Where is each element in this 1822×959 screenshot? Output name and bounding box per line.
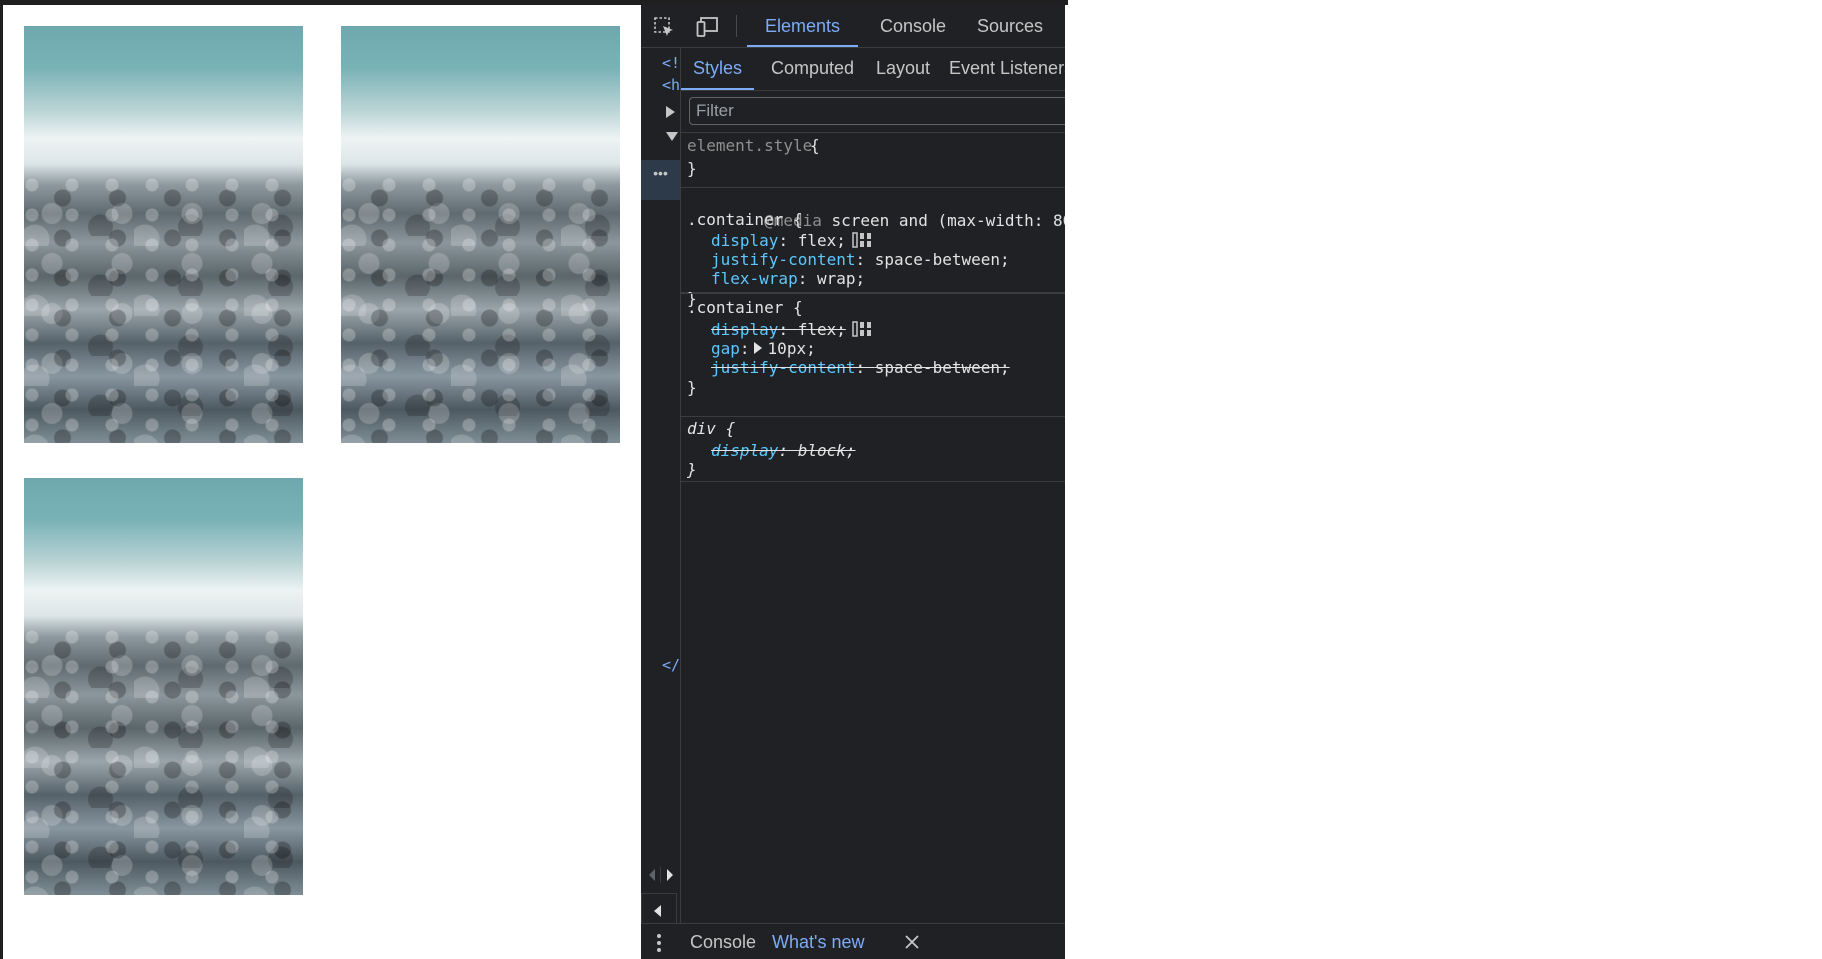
rule-close-brace: } bbox=[687, 378, 697, 397]
horizontal-scroll-arrows[interactable] bbox=[647, 865, 677, 885]
devtools-drawer: Console What's new bbox=[641, 923, 1065, 959]
css-value[interactable]: space-between; bbox=[875, 250, 1010, 269]
css-property[interactable]: display bbox=[711, 231, 778, 250]
pebble-beach-photo-2 bbox=[341, 26, 620, 443]
css-value-overridden[interactable]: block; bbox=[798, 441, 856, 460]
css-value[interactable]: flex; bbox=[798, 231, 846, 250]
collapse-triangle-icon[interactable] bbox=[666, 132, 678, 141]
elements-tree[interactable]: <! <h ••• </ bbox=[641, 48, 681, 929]
drawer-tab-console[interactable]: Console bbox=[690, 924, 756, 959]
rule-close-brace: } bbox=[687, 460, 697, 479]
media-query: screen and (max-width: 800px) bbox=[831, 211, 1065, 230]
rule-selector[interactable]: .container bbox=[687, 210, 783, 229]
inspect-element-icon[interactable] bbox=[653, 16, 675, 38]
devtools-toolbar: Elements Console Sources bbox=[641, 5, 1065, 48]
user-agent-div-rule[interactable]: div { display: block; } bbox=[681, 416, 1065, 482]
css-value[interactable]: wrap; bbox=[817, 269, 865, 288]
tab-computed[interactable]: Computed bbox=[759, 48, 866, 90]
tab-sources[interactable]: Sources bbox=[959, 5, 1061, 47]
styles-pane: Styles Computed Layout Event Listeners e… bbox=[681, 48, 1065, 923]
css-value[interactable]: 10px; bbox=[768, 339, 816, 358]
devtools-panel: Elements Console Sources <! <h ••• </ St… bbox=[641, 5, 1065, 959]
styles-subtabs: Styles Computed Layout Event Listeners bbox=[681, 48, 1065, 91]
expand-shorthand-icon[interactable] bbox=[753, 342, 762, 354]
css-property[interactable]: justify-content bbox=[711, 250, 856, 269]
expand-triangle-icon[interactable] bbox=[666, 106, 675, 118]
toolbar-separator bbox=[736, 15, 737, 37]
pebble-beach-photo-1 bbox=[24, 26, 303, 443]
media-container-rule[interactable]: @media screen and (max-width: 800px) .co… bbox=[681, 188, 1065, 308]
tab-layout[interactable]: Layout bbox=[864, 48, 942, 90]
rule-open-brace: { bbox=[810, 136, 820, 155]
ellipsis-icon[interactable]: ••• bbox=[641, 160, 680, 200]
css-property[interactable]: gap bbox=[711, 339, 740, 358]
element-style-rule[interactable]: element.style { } bbox=[681, 133, 1065, 188]
device-toolbar-icon[interactable] bbox=[696, 16, 718, 38]
css-property-overridden[interactable]: display bbox=[711, 441, 778, 460]
dom-doctype-line[interactable]: <! bbox=[662, 54, 680, 72]
close-icon[interactable] bbox=[903, 933, 921, 951]
flex-editor-icon[interactable] bbox=[852, 232, 872, 248]
css-value-overridden[interactable]: flex; bbox=[798, 320, 846, 339]
kebab-menu-icon[interactable] bbox=[656, 933, 662, 953]
page-viewport bbox=[3, 5, 641, 959]
rule-selector[interactable]: div bbox=[687, 419, 716, 438]
styles-filter-input[interactable] bbox=[689, 97, 1065, 125]
container-rule[interactable]: .container { display: flex; gap: 10px; ju… bbox=[681, 293, 1065, 417]
css-property-overridden[interactable]: justify-content bbox=[711, 358, 856, 377]
css-property[interactable]: flex-wrap bbox=[711, 269, 798, 288]
rule-close-brace: } bbox=[687, 159, 697, 178]
tab-event-listeners[interactable]: Event Listeners bbox=[937, 48, 1065, 90]
tab-elements[interactable]: Elements bbox=[747, 5, 859, 47]
css-value-overridden[interactable]: space-between; bbox=[875, 358, 1010, 377]
tab-console[interactable]: Console bbox=[862, 5, 964, 47]
rule-selector[interactable]: element.style bbox=[687, 136, 812, 156]
pebble-beach-photo-3 bbox=[24, 478, 303, 895]
css-property-overridden[interactable]: display bbox=[711, 320, 778, 339]
flex-editor-icon[interactable] bbox=[852, 321, 872, 337]
dom-closing-tag-line[interactable]: </ bbox=[662, 656, 680, 674]
dom-html-line[interactable]: <h bbox=[662, 76, 680, 94]
rule-selector[interactable]: .container bbox=[687, 298, 783, 317]
tab-styles[interactable]: Styles bbox=[681, 48, 755, 90]
drawer-tab-whats-new[interactable]: What's new bbox=[772, 924, 864, 959]
